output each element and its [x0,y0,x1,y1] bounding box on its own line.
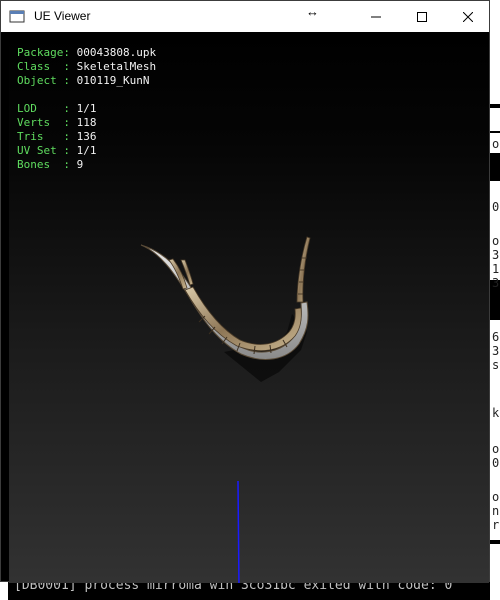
background-text: k [492,406,500,420]
background-text: o [492,490,500,504]
background-text: n [492,504,500,518]
minimize-button[interactable] [353,1,399,32]
minimize-icon [371,16,381,17]
background-text: 1 [492,262,500,276]
3d-viewport[interactable]: Package: 00043808.upk Class : SkeletalMe… [9,32,489,583]
background-console-text: [DB0001] process mirroma win 3co31bc exi… [14,582,453,593]
background-console-line: [DB0001] process mirroma win 3co31bc exi… [8,582,490,600]
background-text: o [492,234,500,248]
background-divider [490,540,500,544]
close-icon [463,11,473,22]
background-text: 0 [492,456,500,470]
ue-viewer-window: UE Viewer ↔ Package: 00043808.upk Class … [0,0,490,583]
background-text: 3 [492,248,500,262]
background-text: o [492,442,500,456]
title-bar[interactable]: UE Viewer ↔ [1,1,489,32]
background-text: 3 [492,276,500,290]
resize-cursor-icon: ↔ [306,4,319,19]
skeletal-mesh-render [140,236,311,583]
background-text: 3 [492,344,500,358]
maximize-icon [417,11,427,22]
background-divider [490,153,500,181]
window-title: UE Viewer [34,9,91,23]
background-text: 6 [492,330,500,344]
axis-line [237,480,240,583]
background-text: s [492,358,500,372]
app-icon [9,10,25,23]
close-button[interactable] [445,1,491,32]
background-text: 0 [492,200,500,214]
background-divider [490,131,500,133]
maximize-button[interactable] [399,1,445,32]
background-text: r [492,518,500,532]
background-divider [490,104,500,108]
background-text: o [492,137,500,151]
